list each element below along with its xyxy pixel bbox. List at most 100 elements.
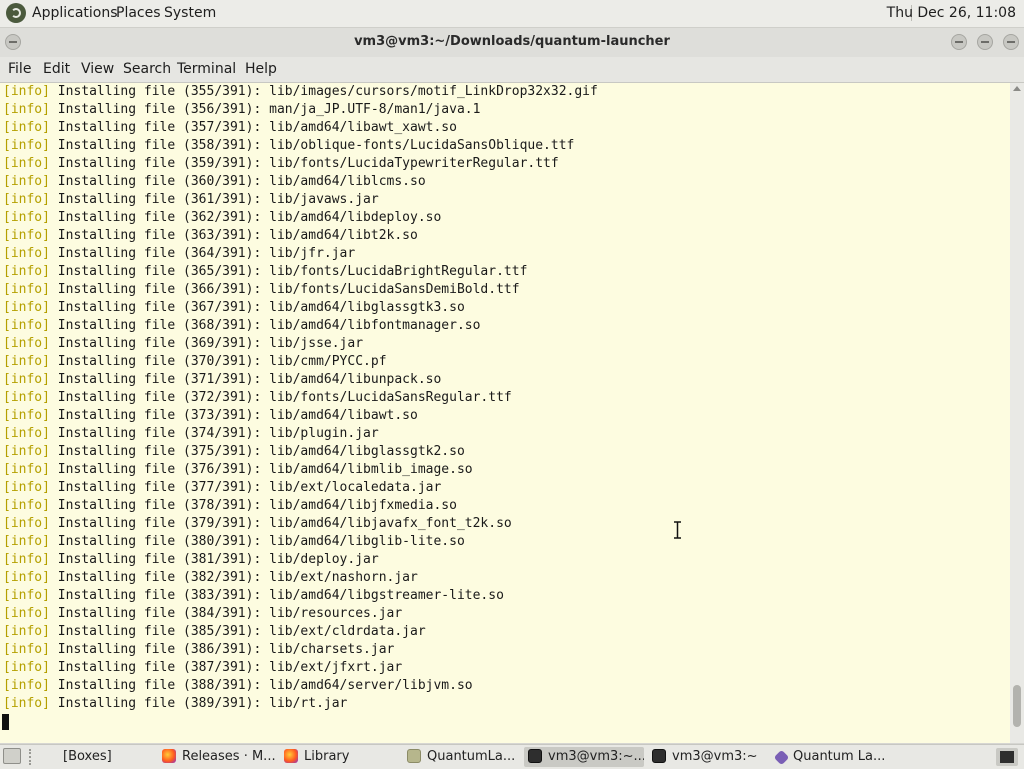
terminal-line: [info] Installing file (381/391): lib/de… (3, 551, 379, 569)
info-tag: [info] (3, 624, 50, 639)
info-tag: [info] (3, 534, 50, 549)
maximize-button[interactable] (977, 34, 993, 50)
log-message: Installing file (380/391): lib/amd64/lib… (57, 534, 465, 549)
terminal-line: [info] Installing file (367/391): lib/am… (3, 299, 465, 317)
panel-handle[interactable] (29, 749, 37, 765)
info-tag: [info] (3, 336, 50, 351)
taskbar-button-library[interactable]: Library (280, 747, 398, 767)
log-message: Installing file (376/391): lib/amd64/lib… (57, 462, 473, 477)
terminal-line: [info] Installing file (386/391): lib/ch… (3, 641, 394, 659)
info-tag: [info] (3, 462, 50, 477)
info-tag: [info] (3, 120, 50, 135)
info-tag: [info] (3, 696, 50, 711)
terminal-line: [info] Installing file (387/391): lib/ex… (3, 659, 402, 677)
top-panel: Applications Places System Thu Dec 26, 1… (0, 0, 1024, 28)
taskbar-label: Library (304, 749, 350, 764)
info-tag: [info] (3, 84, 50, 99)
close-button[interactable] (1003, 34, 1019, 50)
log-message: Installing file (387/391): lib/ext/jfxrt… (57, 660, 403, 675)
terminal-line: [info] Installing file (380/391): lib/am… (3, 533, 465, 551)
log-message: Installing file (388/391): lib/amd64/ser… (57, 678, 473, 693)
clock[interactable]: Thu Dec 26, 11:08 (887, 5, 1016, 22)
ibeam-cursor-icon (674, 521, 681, 539)
terminal-line: [info] Installing file (370/391): lib/cm… (3, 353, 387, 371)
info-tag: [info] (3, 444, 50, 459)
bottom-panel: [Boxes] Releases · M... Library QuantumL… (0, 744, 1024, 769)
show-desktop-icon[interactable] (3, 748, 21, 764)
info-tag: [info] (3, 678, 50, 693)
terminal-line: [info] Installing file (384/391): lib/re… (3, 605, 402, 623)
scroll-up-arrow-icon[interactable] (1013, 86, 1021, 91)
log-message: Installing file (360/391): lib/amd64/lib… (57, 174, 426, 189)
window-title: vm3@vm3:~/Downloads/quantum-launcher (354, 34, 670, 49)
log-message: Installing file (365/391): lib/fonts/Luc… (57, 264, 528, 279)
tray-terminal-icon[interactable] (996, 748, 1018, 766)
menu-view[interactable]: View (81, 61, 114, 77)
terminal-line: [info] Installing file (376/391): lib/am… (3, 461, 473, 479)
terminal-line: [info] Installing file (368/391): lib/am… (3, 317, 480, 335)
terminal-icon (528, 749, 542, 763)
terminal-line: [info] Installing file (355/391): lib/im… (3, 83, 598, 101)
log-message: Installing file (356/391): man/ja_JP.UTF… (57, 102, 481, 117)
applications-menu[interactable]: Applications (32, 5, 118, 22)
log-message: Installing file (370/391): lib/cmm/PYCC.… (57, 354, 387, 369)
info-tag: [info] (3, 192, 50, 207)
terminal-line: [info] Installing file (357/391): lib/am… (3, 119, 457, 137)
quantum-launcher-icon (773, 749, 790, 766)
terminal-scrollbar[interactable] (1010, 83, 1024, 743)
terminal-line: [info] Installing file (385/391): lib/ex… (3, 623, 426, 641)
terminal-line: [info] Installing file (378/391): lib/am… (3, 497, 457, 515)
taskbar-button-quantum-launcher[interactable]: Quantum La... (770, 747, 890, 767)
log-message: Installing file (366/391): lib/fonts/Luc… (57, 282, 520, 297)
info-tag: [info] (3, 372, 50, 387)
info-tag: [info] (3, 354, 50, 369)
taskbar-button-terminal[interactable]: vm3@vm3:~ (648, 747, 766, 767)
terminal-icon (652, 749, 666, 763)
menubar: File Edit View Search Terminal Help (0, 57, 1024, 83)
terminal-line: [info] Installing file (377/391): lib/ex… (3, 479, 441, 497)
info-tag: [info] (3, 570, 50, 585)
taskbar-button-boxes[interactable]: [Boxes] (38, 747, 156, 767)
info-tag: [info] (3, 282, 50, 297)
info-tag: [info] (3, 174, 50, 189)
minimize-button[interactable] (951, 34, 967, 50)
info-tag: [info] (3, 102, 50, 117)
taskbar-label: QuantumLa... (427, 749, 516, 764)
places-menu[interactable]: Places (116, 5, 161, 22)
taskbar-button-quantumlauncher-folder[interactable]: QuantumLa... (403, 747, 521, 767)
distro-logo-icon[interactable] (6, 3, 26, 23)
terminal-line: [info] Installing file (374/391): lib/pl… (3, 425, 379, 443)
log-message: Installing file (369/391): lib/jsse.jar (57, 336, 364, 351)
info-tag: [info] (3, 390, 50, 405)
terminal-line: [info] Installing file (356/391): man/ja… (3, 101, 480, 119)
system-menu[interactable]: System (164, 5, 216, 22)
log-message: Installing file (363/391): lib/amd64/lib… (57, 228, 418, 243)
menu-search[interactable]: Search (123, 61, 171, 77)
log-message: Installing file (382/391): lib/ext/nasho… (57, 570, 418, 585)
firefox-icon (284, 749, 298, 763)
log-message: Installing file (386/391): lib/charsets.… (57, 642, 395, 657)
terminal-line: [info] Installing file (382/391): lib/ex… (3, 569, 418, 587)
log-message: Installing file (378/391): lib/amd64/lib… (57, 498, 457, 513)
terminal-line: [info] Installing file (364/391): lib/jf… (3, 245, 355, 263)
menu-help[interactable]: Help (245, 61, 277, 77)
terminal-line: [info] Installing file (379/391): lib/am… (3, 515, 512, 533)
menu-file[interactable]: File (8, 61, 31, 77)
menu-terminal[interactable]: Terminal (177, 61, 236, 77)
taskbar-button-terminal-active[interactable]: vm3@vm3:~... (524, 747, 644, 767)
window-titlebar[interactable]: vm3@vm3:~/Downloads/quantum-launcher (0, 28, 1024, 57)
terminal-output[interactable]: [info] Installing file (355/391): lib/im… (0, 83, 1010, 743)
terminal-line: [info] Installing file (371/391): lib/am… (3, 371, 441, 389)
taskbar-button-releases[interactable]: Releases · M... (158, 747, 276, 767)
log-message: Installing file (379/391): lib/amd64/lib… (57, 516, 512, 531)
log-message: Installing file (371/391): lib/amd64/lib… (57, 372, 442, 387)
info-tag: [info] (3, 516, 50, 531)
info-tag: [info] (3, 156, 50, 171)
info-tag: [info] (3, 606, 50, 621)
log-message: Installing file (374/391): lib/plugin.ja… (57, 426, 379, 441)
info-tag: [info] (3, 300, 50, 315)
menu-edit[interactable]: Edit (43, 61, 70, 77)
info-tag: [info] (3, 660, 50, 675)
scrollbar-thumb[interactable] (1013, 685, 1021, 727)
terminal-line: [info] Installing file (363/391): lib/am… (3, 227, 418, 245)
